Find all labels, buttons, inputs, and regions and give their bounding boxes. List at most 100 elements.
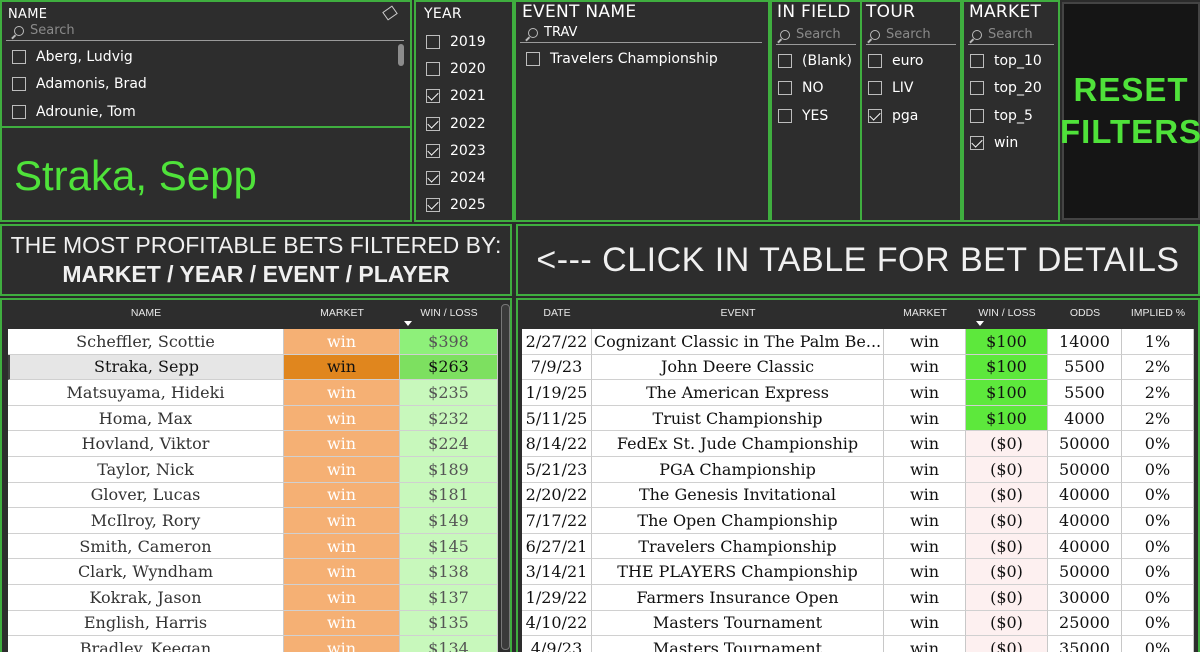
cell-market[interactable]: win: [284, 354, 400, 381]
col-header-name[interactable]: NAME: [8, 307, 284, 319]
cell-implied[interactable]: 0%: [1122, 508, 1194, 534]
in-field-search-input[interactable]: Search: [776, 26, 856, 45]
cell-winloss[interactable]: ($0): [966, 610, 1048, 637]
checkbox[interactable]: [426, 89, 440, 104]
event-search-input[interactable]: TRAV: [520, 24, 762, 43]
table-row[interactable]: 1/29/22 Farmers Insurance Open win ($0) 3000…: [522, 584, 1198, 611]
cell-event[interactable]: THE PLAYERS Championship: [592, 559, 884, 585]
checkbox[interactable]: [778, 53, 792, 68]
cell-date[interactable]: 7/17/22: [522, 508, 592, 534]
table-row[interactable]: Glover, Lucas win $181: [8, 482, 510, 509]
cell-implied[interactable]: 0%: [1122, 584, 1194, 611]
cell-winloss[interactable]: ($0): [966, 584, 1048, 611]
cell-odds[interactable]: 50000: [1048, 559, 1122, 585]
cell-date[interactable]: 6/27/21: [522, 533, 592, 560]
cell-odds[interactable]: 14000: [1048, 329, 1122, 355]
table-row[interactable]: Kokrak, Jason win $137: [8, 584, 510, 611]
checkbox[interactable]: [868, 108, 882, 123]
checkbox[interactable]: [970, 108, 984, 123]
cell-winloss[interactable]: $134: [400, 636, 498, 652]
cell-winloss[interactable]: $100: [966, 329, 1048, 355]
year-option-item[interactable]: 2019: [416, 28, 512, 55]
table-row[interactable]: 5/11/25 Truist Championship win $100 4000 2%: [522, 405, 1198, 432]
cell-implied[interactable]: 0%: [1122, 482, 1194, 509]
cell-winloss[interactable]: $137: [400, 584, 498, 611]
table-row[interactable]: Taylor, Nick win $189: [8, 456, 510, 483]
checkbox[interactable]: [426, 171, 440, 186]
cell-event[interactable]: PGA Championship: [592, 456, 884, 483]
left-table-scrollbar[interactable]: [501, 304, 510, 650]
in-field-option-item[interactable]: YES: [772, 102, 860, 130]
checkbox[interactable]: [12, 104, 26, 119]
cell-winloss[interactable]: $135: [400, 610, 498, 637]
cell-event[interactable]: John Deere Classic: [592, 354, 884, 381]
checkbox[interactable]: [868, 53, 882, 68]
name-option-item[interactable]: Adrounie, Tom: [2, 98, 410, 126]
checkbox[interactable]: [426, 61, 440, 76]
cell-date[interactable]: 7/9/23: [522, 354, 592, 381]
cell-implied[interactable]: 2%: [1122, 380, 1194, 406]
table-row[interactable]: Matsuyama, Hideki win $235: [8, 380, 510, 406]
table-row[interactable]: McIlroy, Rory win $149: [8, 508, 510, 534]
table-row[interactable]: 3/14/21 THE PLAYERS Championship win ($0) 50…: [522, 559, 1198, 585]
cell-date[interactable]: 8/14/22: [522, 431, 592, 457]
market-option-item[interactable]: win: [964, 130, 1058, 158]
checkbox[interactable]: [970, 81, 984, 96]
cell-market[interactable]: win: [884, 508, 966, 534]
cell-event[interactable]: Masters Tournament: [592, 636, 884, 652]
cell-odds[interactable]: 5500: [1048, 380, 1122, 406]
market-option-item[interactable]: top_20: [964, 75, 1058, 103]
table-row[interactable]: 4/9/23 Masters Tournament win ($0) 35000 0%: [522, 636, 1198, 652]
cell-winloss[interactable]: ($0): [966, 559, 1048, 585]
cell-event[interactable]: Masters Tournament: [592, 610, 884, 637]
market-search-input[interactable]: Search: [968, 26, 1054, 45]
cell-winloss[interactable]: $232: [400, 405, 498, 432]
cell-implied[interactable]: 0%: [1122, 533, 1194, 560]
year-option-item[interactable]: 2020: [416, 55, 512, 82]
cell-winloss[interactable]: $224: [400, 431, 498, 457]
table-row[interactable]: Scheffler, Scottie win $398: [8, 329, 510, 355]
cell-winloss[interactable]: ($0): [966, 533, 1048, 560]
cell-market[interactable]: win: [284, 584, 400, 611]
cell-winloss[interactable]: $189: [400, 456, 498, 483]
col-header-market[interactable]: MARKET: [884, 307, 966, 319]
cell-implied[interactable]: 0%: [1122, 456, 1194, 483]
checkbox[interactable]: [12, 49, 26, 64]
cell-implied[interactable]: 1%: [1122, 329, 1194, 355]
cell-market[interactable]: win: [884, 636, 966, 652]
cell-date[interactable]: 5/11/25: [522, 405, 592, 432]
cell-winloss[interactable]: $100: [966, 354, 1048, 381]
year-option-item[interactable]: 2023: [416, 137, 512, 164]
col-header-market[interactable]: MARKET: [284, 307, 400, 319]
cell-market[interactable]: win: [284, 482, 400, 509]
cell-event[interactable]: Farmers Insurance Open: [592, 584, 884, 611]
cell-date[interactable]: 5/21/23: [522, 456, 592, 483]
cell-market[interactable]: win: [884, 380, 966, 406]
cell-market[interactable]: win: [284, 329, 400, 355]
cell-name[interactable]: Homa, Max: [8, 405, 284, 432]
cell-odds[interactable]: 50000: [1048, 456, 1122, 483]
cell-implied[interactable]: 0%: [1122, 431, 1194, 457]
year-option-item[interactable]: 2022: [416, 110, 512, 137]
cell-market[interactable]: win: [884, 354, 966, 381]
table-row[interactable]: Homa, Max win $232: [8, 405, 510, 432]
checkbox[interactable]: [778, 81, 792, 96]
cell-market[interactable]: win: [884, 482, 966, 509]
cell-winloss[interactable]: $263: [400, 354, 498, 381]
cell-event[interactable]: Travelers Championship: [592, 533, 884, 560]
cell-date[interactable]: 2/27/22: [522, 329, 592, 355]
cell-odds[interactable]: 40000: [1048, 533, 1122, 560]
table-row[interactable]: 6/27/21 Travelers Championship win ($0) 4000…: [522, 533, 1198, 560]
cell-implied[interactable]: 2%: [1122, 405, 1194, 432]
table-row[interactable]: 2/20/22 The Genesis Invitational win ($0) 40…: [522, 482, 1198, 509]
cell-name[interactable]: McIlroy, Rory: [8, 508, 284, 534]
col-header-winloss[interactable]: WIN / LOSS: [400, 307, 498, 319]
table-row[interactable]: 8/14/22 FedEx St. Jude Championship win ($0…: [522, 431, 1198, 457]
cell-odds[interactable]: 30000: [1048, 584, 1122, 611]
checkbox[interactable]: [426, 198, 440, 213]
cell-market[interactable]: win: [884, 584, 966, 611]
cell-winloss[interactable]: ($0): [966, 482, 1048, 509]
name-list-scrollbar[interactable]: [398, 44, 404, 66]
cell-implied[interactable]: 0%: [1122, 610, 1194, 637]
cell-market[interactable]: win: [884, 610, 966, 637]
